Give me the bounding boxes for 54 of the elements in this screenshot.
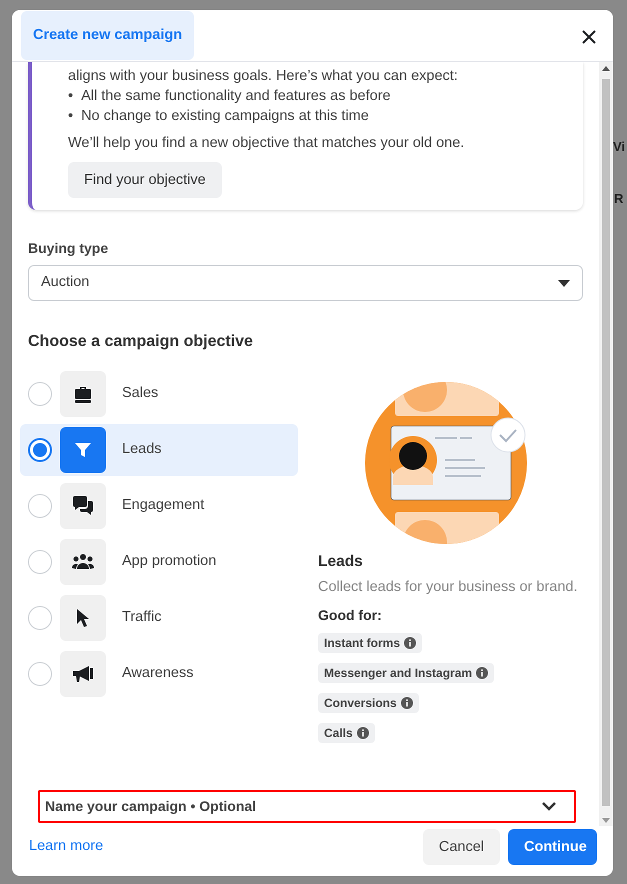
find-objective-button[interactable]: Find your objective [68,162,222,198]
option-label: Sales [122,384,158,404]
funnel-icon [73,440,93,460]
notice-text: aligns with your business goals. Here’s what you can expect: [68,67,459,86]
scrollbar[interactable] [599,62,613,826]
tag-text: Messenger and Instagram [324,665,472,682]
backdrop-text: Vi [613,138,626,156]
backdrop-text: R [614,190,624,208]
tag-text: Calls [324,725,353,742]
option-label: Awareness [122,664,194,684]
option-label: Engagement [122,496,204,516]
select-value: Auction [41,273,90,292]
megaphone-icon [72,665,94,683]
info-icon[interactable] [476,667,488,679]
detail-description: Collect leads for your business or brand. [318,578,578,598]
scroll-down-icon[interactable] [602,818,610,823]
scroll-up-icon[interactable] [602,66,610,71]
name-campaign-section[interactable]: Name your campaign • Optional [38,790,576,823]
objective-option[interactable]: Awareness [20,648,298,700]
bullet-item: All the same functionality and features as before [81,87,391,106]
tag-text: Instant forms [324,635,400,652]
buying-type-select[interactable]: Auction [28,265,583,301]
people-icon [72,553,94,571]
shopping-bag-icon [73,384,93,404]
info-icon[interactable] [400,697,413,709]
bullet-item: No change to existing campaigns at this time [81,107,369,126]
learn-more-link[interactable]: Learn more [29,836,104,858]
radio-button[interactable] [28,438,52,462]
option-label: Leads [122,440,162,460]
tag-text: Conversions [324,695,397,712]
chat-bubbles-icon [72,496,94,516]
bullet-marker: • [68,107,74,126]
continue-button[interactable]: Continue [508,829,597,865]
objective-option[interactable]: App promotion [20,536,298,588]
good-for-label: Good for: [318,606,383,625]
objective-option[interactable]: Sales [20,368,298,420]
info-icon[interactable] [356,727,369,739]
cancel-button[interactable]: Cancel [422,829,500,865]
chevron-down-icon [542,802,556,811]
detail-title: Leads [318,552,364,572]
dialog-title: Create new campaign [21,10,194,60]
section-heading: Choose a campaign objective [28,332,254,352]
option-label: App promotion [122,552,216,572]
objective-option[interactable]: Engagement [20,480,298,532]
notice-text: We’ll help you find a new objective that matches your old one. [68,134,466,153]
field-label: Buying type [28,239,110,258]
info-icon[interactable] [404,637,416,649]
close-icon [581,28,597,45]
cursor-icon [76,608,90,628]
caret-icon [558,280,570,286]
bullet-marker: • [68,87,74,106]
objective-option[interactable]: Leads [20,424,298,476]
objective-option[interactable]: Traffic [20,592,298,644]
option-label: Traffic [122,608,162,628]
